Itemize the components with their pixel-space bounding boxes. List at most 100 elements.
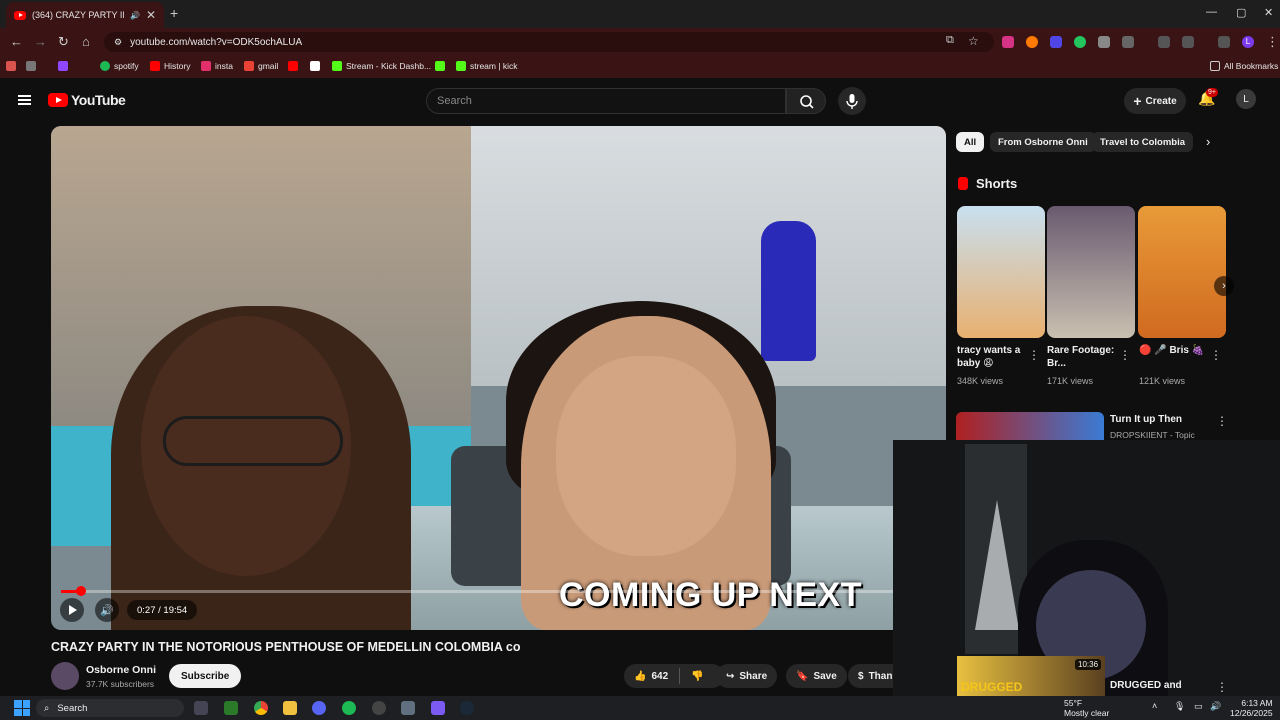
subscriber-count: 37.7K subscribers (86, 679, 155, 689)
short-thumbnail[interactable] (957, 206, 1045, 338)
forward-arrow-icon[interactable]: → (34, 34, 47, 49)
settings-gear-icon[interactable] (401, 701, 415, 715)
video-more-icon[interactable]: ⋮ (1216, 680, 1228, 694)
share-button[interactable]: ↪ Share (716, 664, 778, 688)
tab-close-button[interactable]: ✕ (146, 8, 156, 22)
address-bar[interactable]: ⚙ youtube.com/watch?v=ODK5ochALUA (104, 32, 994, 52)
search-button[interactable] (786, 88, 826, 114)
downloads-icon[interactable] (1182, 36, 1194, 48)
search-input[interactable]: Search (426, 88, 786, 114)
recommended-video-title[interactable]: DRUGGED and (1110, 680, 1182, 691)
bookmark-history[interactable]: History (150, 61, 190, 71)
bookmark-x[interactable] (310, 61, 320, 71)
folder-icon (1210, 61, 1220, 71)
tab-search-icon[interactable] (1218, 36, 1230, 48)
windows-start-icon[interactable] (14, 700, 30, 716)
bookmark-grid-icon[interactable] (26, 61, 36, 71)
chips-next-chevron-icon[interactable]: › (1206, 134, 1210, 149)
subscribe-button[interactable]: Subscribe (169, 664, 242, 688)
obs-icon[interactable] (372, 701, 386, 715)
chrome-icon[interactable] (254, 701, 268, 715)
weather-widget[interactable]: 55°F Mostly clear (1046, 698, 1109, 718)
short-more-icon[interactable]: ⋮ (1119, 348, 1131, 362)
kick-icon (456, 61, 466, 71)
short-more-icon[interactable]: ⋮ (1210, 348, 1222, 362)
tray-chevron-up-icon[interactable]: ˄ (1152, 701, 1157, 711)
extension-icon[interactable] (1026, 36, 1038, 48)
bookmark-spotify[interactable]: spotify (100, 61, 139, 71)
video-more-icon[interactable]: ⋮ (1216, 414, 1228, 428)
task-view-icon[interactable] (194, 701, 208, 715)
tray-mic-icon[interactable]: 🎙 (1174, 701, 1185, 712)
file-explorer-icon[interactable] (283, 701, 297, 715)
shorts-next-chevron-icon[interactable]: › (1214, 276, 1234, 296)
bookmark-kick[interactable] (435, 61, 445, 71)
extension-icon[interactable] (1074, 36, 1086, 48)
play-button[interactable] (60, 598, 84, 622)
short-views: 171K views (1047, 376, 1094, 386)
hamburger-menu-icon[interactable] (18, 95, 31, 105)
bookmark-youtube[interactable] (288, 61, 298, 71)
discord-icon[interactable] (312, 701, 326, 715)
all-bookmarks[interactable]: All Bookmarks (1210, 61, 1278, 71)
save-button[interactable]: 🔖 Save (786, 664, 847, 688)
like-button[interactable]: 👍 642 (634, 671, 668, 682)
taskbar-search[interactable]: ⌕ Search (36, 699, 184, 717)
video-player[interactable]: COMING UP NEXT 🔊 0:27 / 19:54 (51, 126, 946, 630)
game-icon[interactable] (431, 701, 445, 715)
bookmark-stream-kick[interactable]: stream | kick (456, 61, 518, 71)
bookmark-kick-dashboard[interactable]: Stream - Kick Dashb... (332, 61, 431, 71)
close-window-button[interactable]: ✕ (1264, 6, 1273, 19)
maximize-button[interactable]: ▢ (1236, 6, 1246, 19)
tray-volume-icon[interactable]: 🔊 (1210, 701, 1221, 712)
recommended-video-title[interactable]: Turn It up Then (1110, 414, 1182, 425)
install-app-icon[interactable]: ⧉ (946, 34, 954, 47)
menu-kebab-icon[interactable]: ⋮ (1266, 34, 1279, 50)
extension-icon[interactable] (1098, 36, 1110, 48)
site-info-icon[interactable]: ⚙ (114, 37, 122, 48)
bookmark-apps-icon[interactable] (6, 61, 16, 71)
bookmark-twitch[interactable] (58, 61, 68, 71)
spotify-icon[interactable] (342, 701, 356, 715)
bookmark-insta[interactable]: insta (201, 61, 233, 71)
short-thumbnail[interactable] (1047, 206, 1135, 338)
video-thumbnail[interactable] (956, 412, 1104, 440)
bookmark-star-icon[interactable]: ☆ (968, 34, 979, 48)
search-icon (800, 95, 814, 109)
voice-search-button[interactable] (838, 87, 866, 115)
tab-audio-icon[interactable]: 🔊 (130, 11, 140, 20)
back-arrow-icon[interactable]: ← (10, 34, 23, 49)
chip-all[interactable]: All (956, 132, 985, 152)
nvidia-icon[interactable] (224, 701, 238, 715)
create-button[interactable]: + Create (1124, 88, 1186, 114)
minimize-button[interactable]: — (1206, 6, 1217, 18)
progress-scrubber[interactable] (75, 586, 86, 596)
short-thumbnail[interactable] (1138, 206, 1226, 338)
short-title[interactable]: tracy wants a baby 😩 (957, 344, 1029, 370)
extension-icon[interactable] (1050, 36, 1062, 48)
side-panel-icon[interactable] (1158, 36, 1170, 48)
youtube-logo[interactable]: YouTube (48, 92, 126, 108)
profile-avatar[interactable]: L (1242, 36, 1254, 48)
channel-name[interactable]: Osborne Onni (86, 664, 156, 676)
home-icon[interactable]: ⌂ (82, 34, 90, 49)
steam-icon[interactable] (460, 701, 474, 715)
taskbar-clock[interactable]: 6:13 AM 12/26/2025 (1230, 698, 1273, 718)
reload-icon[interactable]: ↻ (58, 34, 69, 50)
volume-button[interactable]: 🔊 (95, 598, 119, 622)
video-progress-bar[interactable] (61, 586, 936, 596)
tray-network-icon[interactable]: ▭ (1194, 701, 1203, 712)
extension-icon[interactable] (1002, 36, 1014, 48)
extensions-puzzle-icon[interactable] (1122, 36, 1134, 48)
account-avatar[interactable]: L (1236, 89, 1256, 109)
short-title[interactable]: Rare Footage: Br... (1047, 344, 1119, 370)
chip-travel-to-colombia[interactable]: Travel to Colombia (1092, 132, 1193, 152)
browser-tab[interactable]: (364) CRAZY PARTY IN THE 🔊 ✕ (6, 2, 164, 28)
new-tab-button[interactable]: + (170, 5, 178, 21)
short-title[interactable]: 🔴 🎤 Bris 🍇 (1139, 344, 1211, 357)
dislike-button[interactable]: 👎 (691, 671, 703, 682)
channel-avatar[interactable] (51, 662, 79, 690)
chip-from-osborne-onni[interactable]: From Osborne Onni (990, 132, 1096, 152)
short-more-icon[interactable]: ⋮ (1028, 348, 1040, 362)
bookmark-gmail[interactable]: gmail (244, 61, 278, 71)
